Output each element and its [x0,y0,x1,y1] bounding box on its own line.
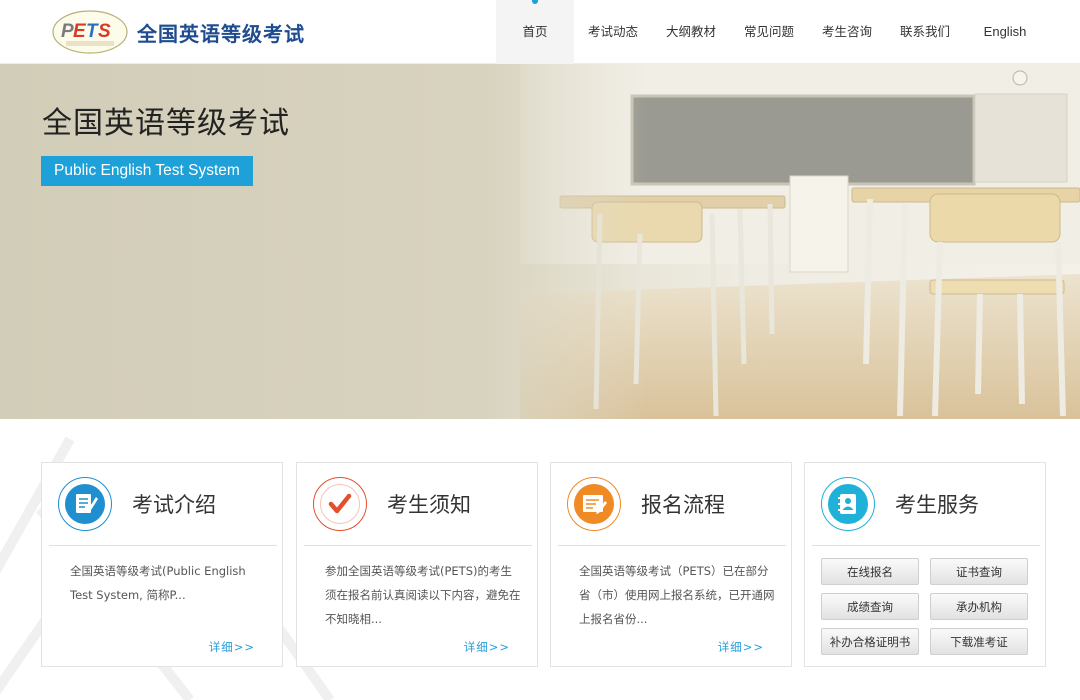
card-description: 参加全国英语等级考试(PETS)的考生须在报名前认真阅读以下内容，避免在不知晓相… [325,564,521,626]
site-header: P E T S 全国英语等级考试 首页 考试动态 大纲教材 常见问题 考生咨询 … [0,0,1080,64]
contact-book-icon [828,484,868,524]
card-description: 全国英语等级考试(Public English Test System, 简称P… [70,564,246,602]
feature-section: 考试介绍 全国英语等级考试(Public English Test System… [0,419,1080,700]
divider [812,545,1040,546]
document-pen-icon [65,484,105,524]
score-query-button[interactable]: 成绩查询 [821,593,919,620]
checkmark-icon [320,484,360,524]
site-title[interactable]: 全国英语等级考试 [137,18,305,47]
card-icon-ring [313,477,367,531]
download-admission-ticket-button[interactable]: 下载准考证 [930,628,1028,655]
nav-syllabus[interactable]: 大纲教材 [652,0,730,64]
card-title[interactable]: 考生服务 [895,489,979,519]
card-icon-ring [58,477,112,531]
card-registration-process: 报名流程 全国英语等级考试（PETS）已在部分省（市）使用网上报名系统，已开通网… [550,462,792,667]
online-registration-button[interactable]: 在线报名 [821,558,919,585]
nav-home[interactable]: 首页 [496,0,574,64]
card-icon-ring [567,477,621,531]
hero-banner: 全国英语等级考试 Public English Test System [0,64,1080,419]
certificate-query-button[interactable]: 证书查询 [930,558,1028,585]
nav-consult[interactable]: 考生咨询 [808,0,886,64]
card-exam-intro: 考试介绍 全国英语等级考试(Public English Test System… [41,462,283,667]
svg-text:E: E [73,21,87,42]
more-link[interactable]: 详细>> [718,639,764,655]
organizer-button[interactable]: 承办机构 [930,593,1028,620]
card-candidate-notice: 考生须知 参加全国英语等级考试(PETS)的考生须在报名前认真阅读以下内容，避免… [296,462,538,667]
divider [49,545,277,546]
svg-text:S: S [98,21,111,42]
divider [558,545,786,546]
nav-faq[interactable]: 常见问题 [730,0,808,64]
pets-logo[interactable]: P E T S [52,10,128,54]
banner-subtitle: Public English Test System [41,156,253,186]
card-title[interactable]: 考生须知 [387,489,471,519]
card-candidate-services: 考生服务 在线报名 证书查询 成绩查询 承办机构 补办合格证明书 下载准考证 [804,462,1046,667]
nav-contact[interactable]: 联系我们 [886,0,964,64]
reissue-certificate-button[interactable]: 补办合格证明书 [821,628,919,655]
divider [304,545,532,546]
main-nav: 首页 考试动态 大纲教材 常见问题 考生咨询 联系我们 English [496,0,1046,64]
more-link[interactable]: 详细>> [464,639,510,655]
nav-english[interactable]: English [964,0,1046,64]
card-title[interactable]: 考试介绍 [132,489,216,519]
card-icon-ring [821,477,875,531]
banner-title: 全国英语等级考试 [42,106,290,141]
card-title[interactable]: 报名流程 [641,489,725,519]
more-link[interactable]: 详细>> [209,639,255,655]
card-description: 全国英语等级考试（PETS）已在部分省（市）使用网上报名系统，已开通网上报名省份… [579,564,775,626]
nav-exam-news[interactable]: 考试动态 [574,0,652,64]
form-edit-icon [574,484,614,524]
